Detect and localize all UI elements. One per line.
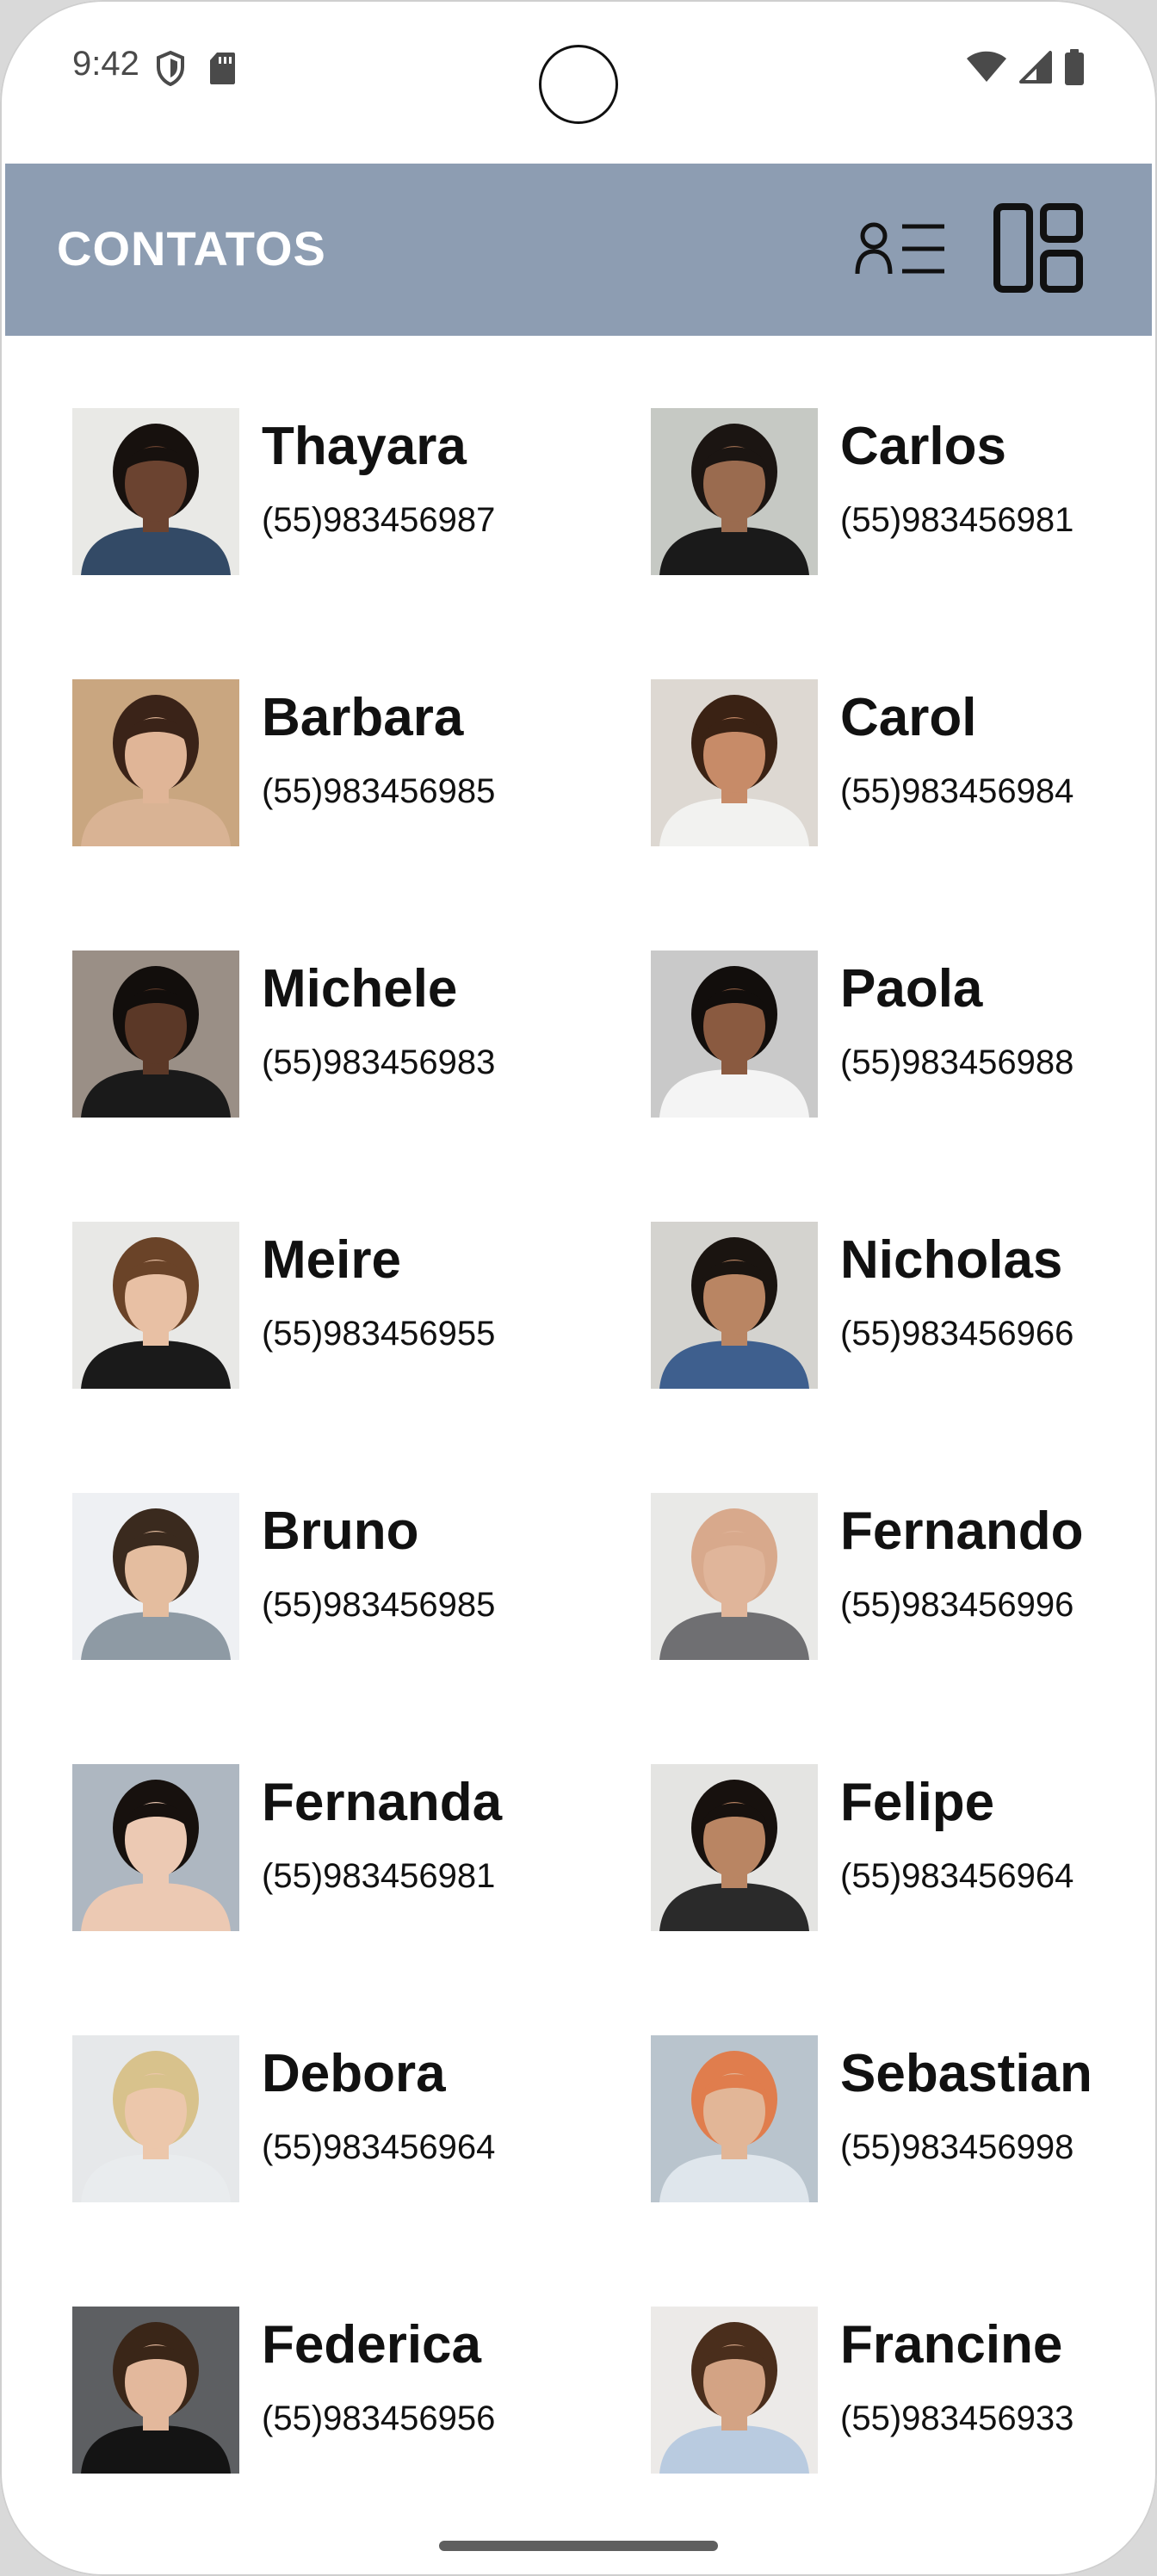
contacts-grid: Thayara (55)983456987 Carlos (55)983456981 B…: [72, 408, 1123, 2576]
contact-info: Paola (55)983456988: [840, 951, 1073, 1082]
contact-name: Francine: [840, 2315, 1063, 2375]
contact-name: Meire: [262, 1230, 401, 1290]
contact-photo: [72, 1764, 239, 1931]
app-bar: CONTATOS: [5, 164, 1152, 336]
contact-info: Fernando (55)983456996: [840, 1493, 1083, 1625]
contact-name: Carlos: [840, 417, 1006, 476]
contact-name: Bruno: [262, 1502, 419, 1561]
gesture-nav-handle[interactable]: [439, 2541, 718, 2551]
contact-phone: (55)983456966: [840, 1315, 1074, 1353]
contact-info: Bruno (55)983456985: [262, 1493, 495, 1625]
contact-phone: (55)983456933: [840, 2400, 1074, 2437]
contact-info: Thayara (55)983456987: [262, 408, 495, 540]
list-view-icon: [855, 220, 946, 282]
contact-name: Paola: [840, 959, 983, 1019]
wifi-icon: [966, 51, 1007, 88]
contact-card[interactable]: Fernando (55)983456996: [651, 1493, 1123, 1764]
status-time: 9:42: [72, 45, 139, 83]
contact-photo: [651, 2307, 818, 2474]
contact-info: Fernanda (55)983456981: [262, 1764, 502, 1896]
contact-phone: (55)983456964: [840, 1857, 1074, 1895]
contact-info: Felipe (55)983456964: [840, 1764, 1073, 1896]
contact-info: Nicholas (55)983456966: [840, 1222, 1073, 1353]
contact-photo: [72, 679, 239, 846]
contact-name: Debora: [262, 2044, 446, 2103]
contact-card[interactable]: Thayara (55)983456987: [72, 408, 651, 679]
contact-photo: [651, 408, 818, 575]
contact-card[interactable]: Felipe (55)983456964: [651, 1764, 1123, 2035]
grid-view-button[interactable]: [987, 198, 1090, 301]
contact-phone: (55)983456998: [840, 2128, 1074, 2166]
contact-phone: (55)983456985: [262, 1586, 496, 1624]
contact-card[interactable]: Sebastian (55)983456998: [651, 2035, 1123, 2307]
contact-card[interactable]: Francine (55)983456933: [651, 2307, 1123, 2576]
contact-name: Michele: [262, 959, 458, 1019]
contact-photo: [72, 1222, 239, 1389]
contact-photo: [651, 2035, 818, 2202]
contact-phone: (55)983456985: [262, 772, 496, 810]
contact-phone: (55)983456981: [262, 1857, 496, 1895]
contact-card[interactable]: Fernanda (55)983456981: [72, 1764, 651, 2035]
contact-info: Federica (55)983456956: [262, 2307, 495, 2438]
contact-name: Carol: [840, 688, 977, 747]
contact-card[interactable]: Barbara (55)983456985: [72, 679, 651, 951]
contact-name: Sebastian: [840, 2044, 1092, 2103]
contact-photo: [72, 2307, 239, 2474]
contact-card[interactable]: Federica (55)983456956: [72, 2307, 651, 2576]
contact-photo: [651, 1493, 818, 1660]
contact-info: Barbara (55)983456985: [262, 679, 495, 811]
contact-phone: (55)983456996: [840, 1586, 1074, 1624]
status-right-icons: [966, 48, 1085, 90]
contact-phone: (55)983456955: [262, 1315, 496, 1353]
contact-photo: [651, 1222, 818, 1389]
contact-photo: [72, 951, 239, 1118]
contact-photo: [651, 679, 818, 846]
phone-screen: 9:42 CONTATOS Thayara (55)983456987 Carl…: [0, 0, 1157, 2576]
contact-phone: (55)983456981: [840, 501, 1074, 539]
contact-info: Debora (55)983456964: [262, 2035, 495, 2167]
contact-card[interactable]: Michele (55)983456983: [72, 951, 651, 1222]
contact-name: Fernanda: [262, 1773, 503, 1832]
contact-card[interactable]: Debora (55)983456964: [72, 2035, 651, 2307]
contact-info: Sebastian (55)983456998: [840, 2035, 1092, 2167]
shield-icon: [155, 50, 186, 90]
contact-name: Barbara: [262, 688, 464, 747]
front-camera: [539, 45, 618, 124]
contact-phone: (55)983456987: [262, 501, 496, 539]
contact-info: Francine (55)983456933: [840, 2307, 1073, 2438]
contact-photo: [72, 1493, 239, 1660]
contact-name: Nicholas: [840, 1230, 1063, 1290]
contact-name: Felipe: [840, 1773, 995, 1832]
contact-phone: (55)983456956: [262, 2400, 496, 2437]
contact-card[interactable]: Bruno (55)983456985: [72, 1493, 651, 1764]
contact-name: Federica: [262, 2315, 482, 2375]
contact-photo: [72, 2035, 239, 2202]
contact-info: Meire (55)983456955: [262, 1222, 495, 1353]
contact-photo: [651, 951, 818, 1118]
page-title: CONTATOS: [57, 221, 326, 276]
contact-info: Michele (55)983456983: [262, 951, 495, 1082]
contact-card[interactable]: Carol (55)983456984: [651, 679, 1123, 951]
contact-card[interactable]: Meire (55)983456955: [72, 1222, 651, 1493]
contact-photo: [651, 1764, 818, 1931]
contact-info: Carol (55)983456984: [840, 679, 1073, 811]
sd-card-icon: [208, 51, 236, 90]
contact-phone: (55)983456964: [262, 2128, 496, 2166]
contact-photo: [72, 408, 239, 575]
grid-view-icon: [993, 202, 1083, 297]
signal-icon: [1019, 51, 1052, 88]
list-view-button[interactable]: [849, 212, 952, 289]
battery-icon: [1064, 48, 1085, 90]
contact-phone: (55)983456984: [840, 772, 1074, 810]
contact-info: Carlos (55)983456981: [840, 408, 1073, 540]
contact-card[interactable]: Paola (55)983456988: [651, 951, 1123, 1222]
contact-card[interactable]: Nicholas (55)983456966: [651, 1222, 1123, 1493]
status-bar: 9:42: [0, 0, 1157, 138]
contact-card[interactable]: Carlos (55)983456981: [651, 408, 1123, 679]
contact-phone: (55)983456988: [840, 1043, 1074, 1081]
status-left-icons: [155, 50, 236, 90]
contact-name: Thayara: [262, 417, 467, 476]
contact-name: Fernando: [840, 1502, 1084, 1561]
contact-phone: (55)983456983: [262, 1043, 496, 1081]
